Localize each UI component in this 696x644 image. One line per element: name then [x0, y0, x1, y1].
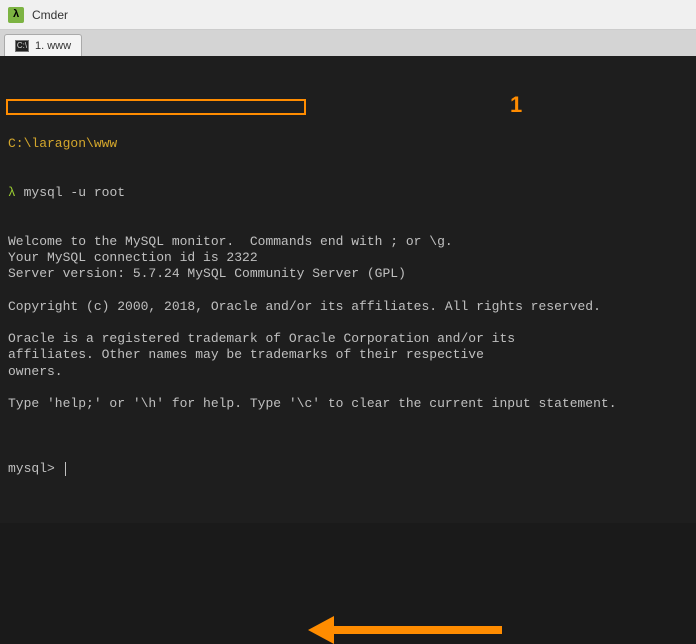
output-line: [0, 380, 696, 396]
output-line: Oracle is a registered trademark of Orac…: [0, 331, 696, 347]
mysql-prompt: mysql>: [8, 461, 55, 476]
output-line: [0, 412, 696, 428]
output-line: Type 'help;' or '\h' for help. Type '\c'…: [0, 396, 696, 412]
console-icon: C:\: [15, 40, 29, 52]
annotation-number: 1: [510, 92, 522, 118]
tab-label: 1. www: [35, 40, 71, 52]
output-line: Your MySQL connection id is 2322: [0, 250, 696, 266]
output-line: Copyright (c) 2000, 2018, Oracle and/or …: [0, 299, 696, 315]
output-line: [0, 315, 696, 331]
command-line: λ mysql -u root: [0, 185, 696, 201]
output-line: [0, 282, 696, 298]
app-icon: λ: [8, 7, 24, 23]
mysql-prompt-line: mysql>: [0, 461, 696, 477]
tab-bar: C:\ 1. www: [0, 30, 696, 56]
text-cursor: [65, 462, 66, 476]
window-titlebar: λ Cmder: [0, 0, 696, 30]
output-line: owners.: [0, 364, 696, 380]
output-line: Welcome to the MySQL monitor. Commands e…: [0, 234, 696, 250]
cwd-line: C:\laragon\www: [0, 136, 696, 152]
tab-www[interactable]: C:\ 1. www: [4, 34, 82, 56]
lambda-prompt: λ: [8, 185, 16, 200]
output-line: affiliates. Other names may be trademark…: [0, 347, 696, 363]
typed-command: mysql -u root: [24, 185, 125, 200]
output-line: Server version: 5.7.24 MySQL Community S…: [0, 266, 696, 282]
terminal-pane[interactable]: C:\laragon\www λ mysql -u root Welcome t…: [0, 56, 696, 523]
window-title: Cmder: [32, 8, 68, 22]
